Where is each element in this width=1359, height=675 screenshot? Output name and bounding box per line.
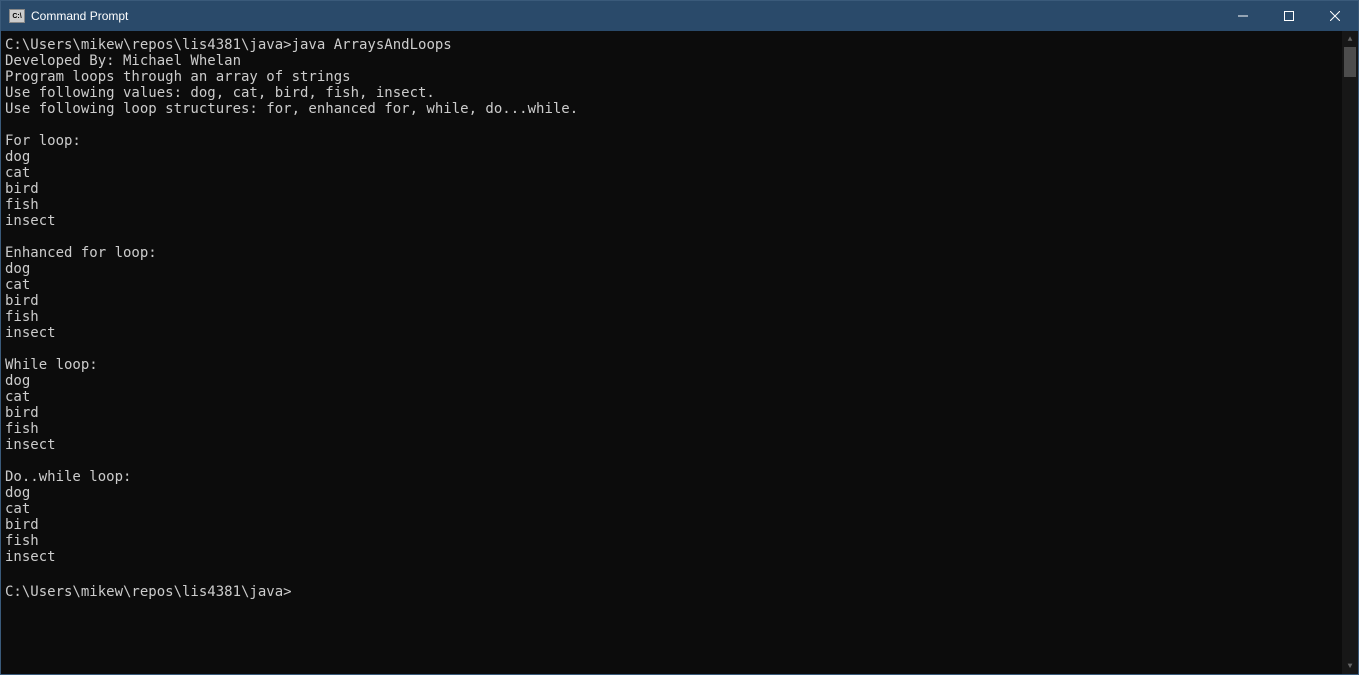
command-prompt-window: C:\ Command Prompt C:\Users\mikew\repos\…	[0, 0, 1359, 675]
vertical-scrollbar[interactable]: ▲ ▼	[1342, 31, 1358, 674]
output-line: dog	[5, 373, 30, 389]
output-line: bird	[5, 293, 39, 309]
maximize-button[interactable]	[1266, 1, 1312, 31]
close-icon	[1330, 11, 1340, 21]
output-line: cat	[5, 165, 30, 181]
output-line: fish	[5, 533, 39, 549]
minimize-icon	[1238, 11, 1248, 21]
maximize-icon	[1284, 11, 1294, 21]
output-line: fish	[5, 309, 39, 325]
output-line: fish	[5, 197, 39, 213]
output-line: cat	[5, 501, 30, 517]
output-line: insect	[5, 213, 56, 229]
section-header: For loop:	[5, 133, 81, 149]
prompt: C:\Users\mikew\repos\lis4381\java>	[5, 37, 292, 53]
output-line: dog	[5, 261, 30, 277]
output-line: bird	[5, 181, 39, 197]
output-line: Developed By: Michael Whelan	[5, 53, 241, 69]
terminal-area[interactable]: C:\Users\mikew\repos\lis4381\java>java A…	[1, 31, 1358, 674]
terminal-output[interactable]: C:\Users\mikew\repos\lis4381\java>java A…	[1, 31, 1342, 674]
scroll-down-arrow-icon[interactable]: ▼	[1342, 658, 1358, 674]
scroll-up-arrow-icon[interactable]: ▲	[1342, 31, 1358, 47]
scroll-thumb[interactable]	[1344, 47, 1356, 77]
output-line: cat	[5, 277, 30, 293]
output-line: insect	[5, 549, 56, 565]
output-line: dog	[5, 485, 30, 501]
output-line: bird	[5, 517, 39, 533]
scroll-track[interactable]	[1342, 47, 1358, 658]
section-header: Enhanced for loop:	[5, 245, 157, 261]
prompt: C:\Users\mikew\repos\lis4381\java>	[5, 584, 292, 600]
output-line: insect	[5, 325, 56, 341]
output-line: Use following values: dog, cat, bird, fi…	[5, 85, 435, 101]
titlebar[interactable]: C:\ Command Prompt	[1, 1, 1358, 31]
output-line: bird	[5, 405, 39, 421]
cmd-icon: C:\	[9, 9, 25, 23]
close-button[interactable]	[1312, 1, 1358, 31]
titlebar-controls	[1220, 1, 1358, 31]
minimize-button[interactable]	[1220, 1, 1266, 31]
titlebar-left: C:\ Command Prompt	[9, 9, 128, 23]
output-line: Program loops through an array of string…	[5, 69, 351, 85]
command-text: java ArraysAndLoops	[292, 37, 452, 53]
output-line: Use following loop structures: for, enha…	[5, 101, 578, 117]
output-line: cat	[5, 389, 30, 405]
window-title: Command Prompt	[31, 9, 128, 23]
section-header: Do..while loop:	[5, 469, 131, 485]
output-line: insect	[5, 437, 56, 453]
output-line: dog	[5, 149, 30, 165]
section-header: While loop:	[5, 357, 98, 373]
cursor	[292, 581, 300, 596]
output-line: fish	[5, 421, 39, 437]
